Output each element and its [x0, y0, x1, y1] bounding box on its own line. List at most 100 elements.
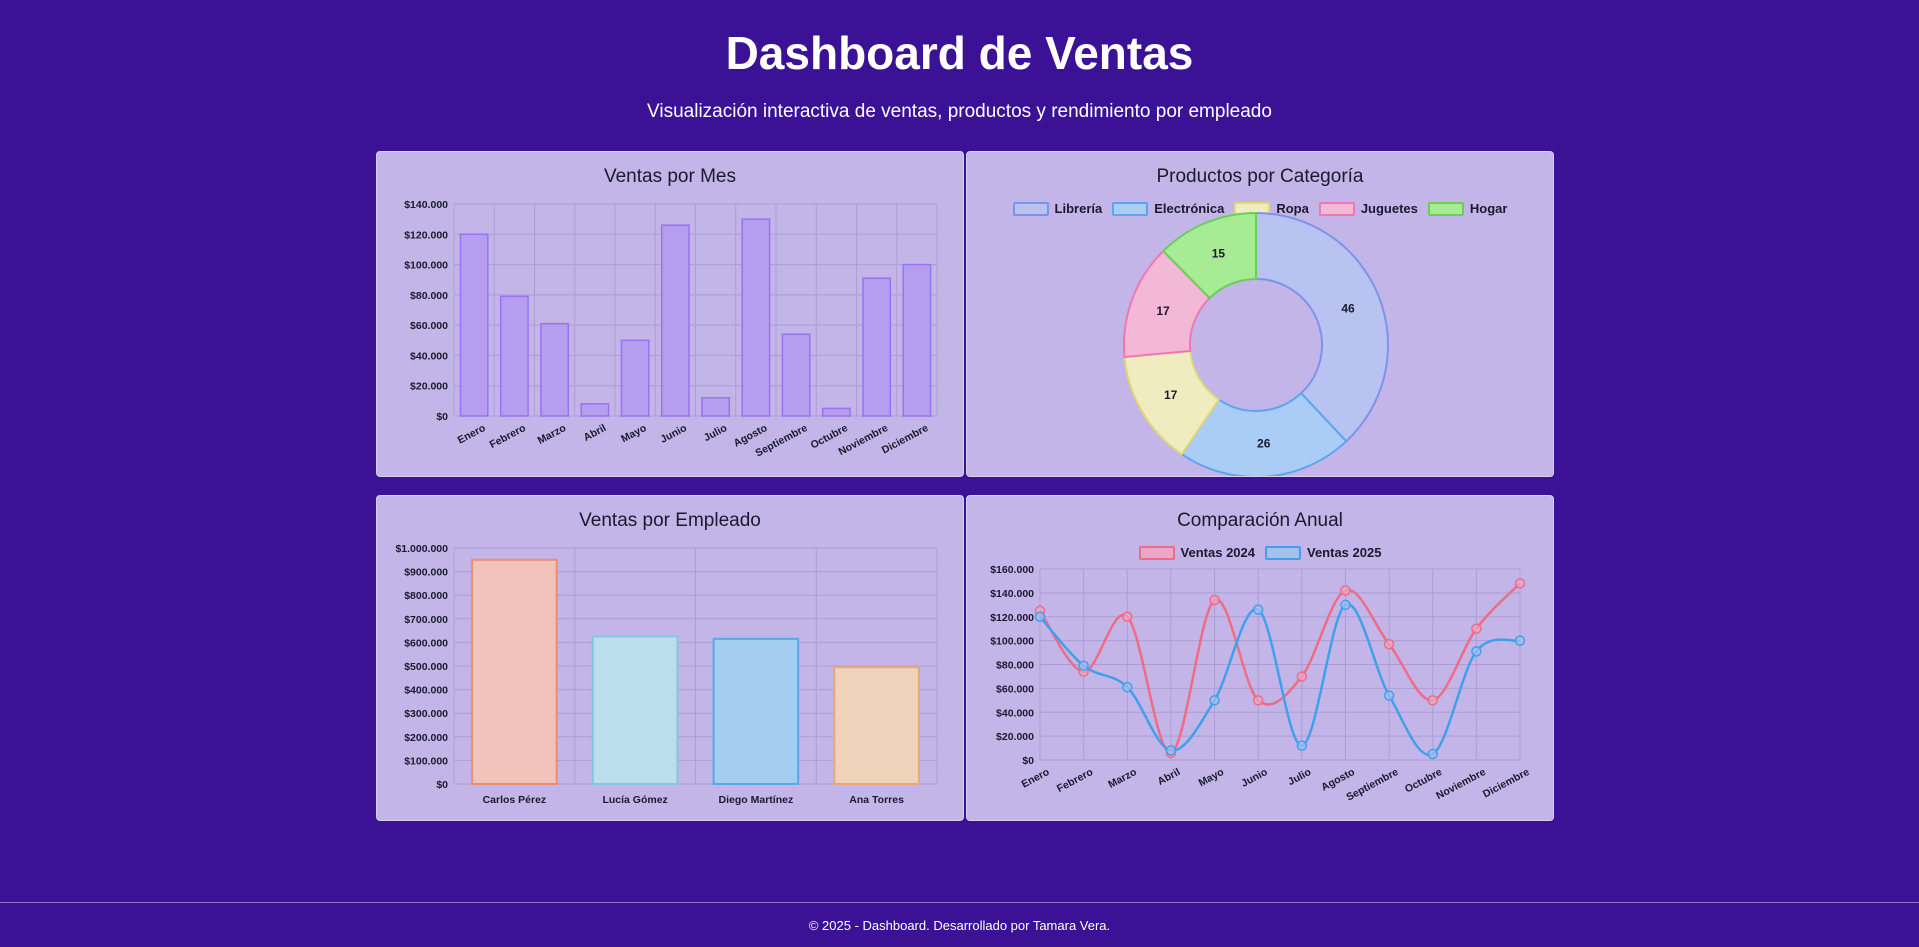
y-tick-label: $20.000: [410, 381, 448, 393]
series-point: [1514, 635, 1526, 646]
bar-employee: [471, 558, 558, 785]
series-point: [1296, 671, 1308, 682]
series-point: [1471, 623, 1482, 634]
x-tick-label: Febrero: [488, 422, 528, 451]
annual-comparison-chart[interactable]: $0 $20.000 $40.000 $60.000 $80.000 $100.000 $1…: [967, 496, 1554, 821]
y-tick-label: $60.000: [410, 320, 448, 332]
y-tick-label: $900.000: [404, 567, 448, 579]
bar-month: [862, 277, 892, 417]
category-doughnut-chart[interactable]: 46 26 17 17 15: [967, 152, 1554, 477]
series-point: [1296, 740, 1308, 751]
y-tick-label: $20.000: [996, 731, 1034, 743]
series-point: [1252, 695, 1264, 706]
x-tick-label: Ana Torres: [849, 794, 904, 806]
y-tick-label: $500.000: [404, 661, 448, 673]
y-tick-label: $140.000: [404, 199, 448, 211]
y-tick-label: $400.000: [404, 685, 448, 697]
x-tick-label: Marzo: [536, 422, 568, 447]
x-tick-label: Febrero: [1055, 766, 1095, 795]
y-tick-label: $60.000: [996, 683, 1034, 695]
series-point: [1471, 646, 1482, 657]
x-tick-label: Lucía Gómez: [602, 794, 667, 806]
x-tick-label: Mayo: [619, 422, 648, 445]
series-point: [1427, 748, 1438, 760]
x-tick-label: Junio: [1239, 766, 1269, 790]
y-tick-label: $300.000: [404, 708, 448, 720]
x-tick-label: Mayo: [1197, 766, 1226, 789]
y-tick-label: $200.000: [404, 732, 448, 744]
bar-month: [781, 333, 811, 417]
y-tick-label: $700.000: [404, 614, 448, 626]
bar-employee: [712, 637, 800, 785]
footer-divider: [0, 902, 1919, 903]
y-tick-label: $120.000: [404, 229, 448, 241]
y-tick-label: $0: [436, 411, 448, 423]
page-title: Dashboard de Ventas: [725, 27, 1194, 79]
y-tick-label: $80.000: [410, 290, 448, 302]
x-tick-label: Diciembre: [880, 422, 931, 457]
bar-month: [701, 397, 731, 417]
slice-value-label: 26: [1257, 437, 1271, 451]
y-tick-label: $80.000: [996, 660, 1034, 672]
x-tick-label: Diciembre: [1481, 766, 1532, 801]
series-point: [1209, 695, 1220, 706]
x-tick-label: Enero: [456, 422, 488, 447]
y-tick-label: $160.000: [990, 564, 1034, 576]
y-tick-label: $1.000.000: [395, 543, 448, 555]
y-tick-label: $120.000: [990, 612, 1034, 624]
monthly-sales-card: Ventas por Mes $0 $20.000 $40.000 $60.000 $8…: [376, 151, 964, 477]
bar-month: [821, 407, 851, 417]
bar-employee: [833, 666, 920, 785]
slice-value-label: 46: [1341, 302, 1355, 316]
page-header: Dashboard de Ventas Visualización intera…: [0, 22, 1919, 124]
slice-value-label: 17: [1156, 304, 1170, 318]
employee-sales-card: Ventas por Empleado $0 $100.000 $200.000 $3…: [376, 495, 964, 821]
series-point: [1078, 660, 1089, 671]
y-tick-label: $600.000: [404, 637, 448, 649]
x-tick-label: Marzo: [1106, 766, 1138, 791]
y-tick-label: $100.000: [404, 260, 448, 272]
employee-sales-chart[interactable]: $0 $100.000 $200.000 $300.000 $400.000 $500.0…: [377, 496, 964, 821]
series-point: [1383, 638, 1395, 650]
x-tick-label: Enero: [1019, 766, 1051, 791]
bar-month: [741, 218, 771, 417]
series-point: [1034, 611, 1046, 622]
y-tick-label: $0: [436, 779, 448, 791]
series-point: [1122, 611, 1133, 622]
category-products-card: Productos por Categoría Librería Electrón…: [966, 151, 1554, 477]
x-tick-label: Diego Martínez: [719, 794, 794, 806]
slice-value-label: 15: [1212, 246, 1226, 260]
y-tick-label: $800.000: [404, 590, 448, 602]
y-tick-label: $40.000: [410, 350, 448, 362]
x-tick-label: Abril: [1156, 766, 1183, 788]
series-point: [1340, 585, 1351, 596]
bar-month: [540, 322, 570, 417]
bar-month: [902, 263, 932, 417]
y-tick-label: $0: [1022, 755, 1034, 767]
x-tick-label: Junio: [658, 422, 688, 446]
x-tick-label: Julio: [1286, 766, 1313, 788]
bar-employee: [591, 635, 679, 785]
bar-month: [580, 403, 610, 417]
y-tick-label: $140.000: [990, 588, 1034, 600]
bar-month: [660, 224, 690, 417]
bar-month: [620, 339, 650, 417]
y-tick-label: $100.000: [404, 755, 448, 767]
series-point: [1165, 745, 1177, 756]
series-point: [1340, 599, 1351, 611]
y-tick-label: $100.000: [990, 636, 1034, 648]
page-subtitle: Visualización interactiva de ventas, pro…: [647, 101, 1272, 122]
series-point: [1427, 695, 1438, 706]
x-tick-label: Abril: [582, 422, 609, 444]
annual-comparison-card: Comparación Anual Ventas 2024 Ventas 2025…: [966, 495, 1554, 821]
bar-month: [459, 233, 489, 417]
bar-month: [499, 295, 529, 417]
x-tick-label: Noviembre: [1434, 766, 1488, 802]
footer-credit: © 2025 - Dashboard. Desarrollado por Tam…: [808, 918, 1111, 933]
x-tick-label: Carlos Pérez: [483, 794, 547, 806]
y-tick-label: $40.000: [996, 707, 1034, 719]
series-point: [1514, 578, 1526, 589]
monthly-sales-chart[interactable]: $0 $20.000 $40.000 $60.000 $80.000 $100.000 $1…: [377, 152, 964, 477]
series-point: [1383, 690, 1395, 701]
x-tick-label: Julio: [702, 422, 729, 444]
